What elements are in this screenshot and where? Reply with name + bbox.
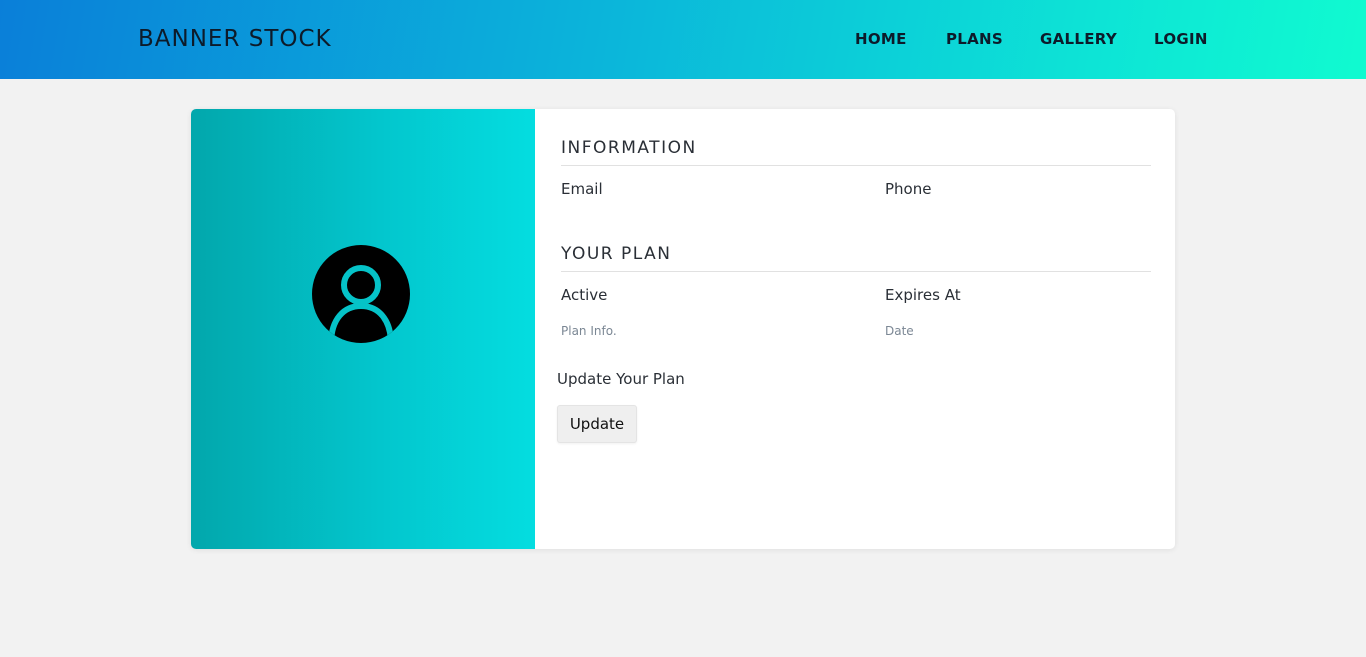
- information-heading: INFORMATION: [561, 138, 697, 158]
- update-button[interactable]: Update: [557, 405, 637, 443]
- plan-info-value: Plan Info.: [561, 324, 617, 338]
- profile-card: INFORMATION Email Phone YOUR PLAN Active…: [191, 109, 1175, 549]
- information-divider: [561, 165, 1151, 166]
- user-circle-icon: [312, 245, 410, 343]
- email-label: Email: [561, 180, 603, 198]
- active-label: Active: [561, 286, 608, 304]
- nav-gallery[interactable]: GALLERY: [1040, 30, 1117, 48]
- expiry-date-value: Date: [885, 324, 914, 338]
- expires-label: Expires At: [885, 286, 961, 304]
- nav-home[interactable]: HOME: [855, 30, 907, 48]
- nav-login[interactable]: LOGIN: [1154, 30, 1208, 48]
- update-plan-label: Update Your Plan: [557, 370, 685, 388]
- main-nav: HOME PLANS GALLERY LOGIN: [0, 30, 1366, 50]
- nav-plans[interactable]: PLANS: [946, 30, 1003, 48]
- phone-label: Phone: [885, 180, 932, 198]
- plan-divider: [561, 271, 1151, 272]
- plan-heading: YOUR PLAN: [561, 244, 672, 264]
- profile-avatar-panel: [191, 109, 535, 549]
- profile-details: INFORMATION Email Phone YOUR PLAN Active…: [535, 109, 1175, 549]
- top-navbar: BANNER STOCK HOME PLANS GALLERY LOGIN: [0, 0, 1366, 79]
